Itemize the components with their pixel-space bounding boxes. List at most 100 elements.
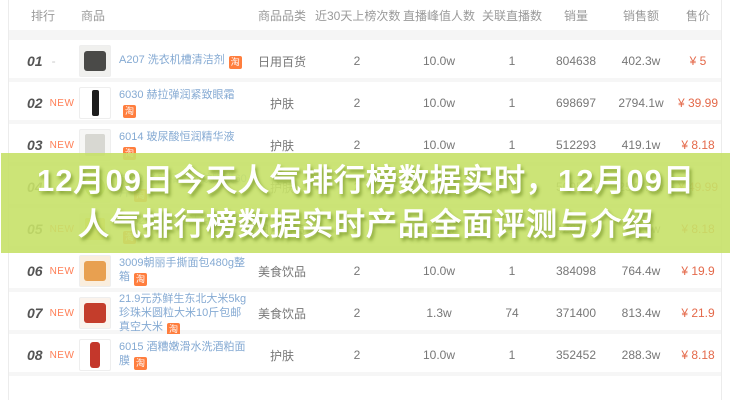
rank-number: 03 <box>27 137 43 153</box>
col-header-category: 商品品类 <box>249 7 315 24</box>
rank-cell: 08 NEW <box>9 347 79 363</box>
rank-change-badge: NEW <box>50 350 75 361</box>
rank-number: 01 <box>27 53 43 69</box>
promo-overlay-line1: 12月09日今天人气排行榜数据实时，12月09日 <box>37 159 695 203</box>
price-cell: ¥ 8.18 <box>675 138 721 152</box>
times-on-list-cell: 2 <box>315 96 399 110</box>
taobao-shop-icon[interactable]: 淘 <box>229 56 242 69</box>
rank-change-badge: NEW <box>50 140 75 151</box>
revenue-cell: 402.3w <box>607 54 675 68</box>
col-header-revenue: 销售额 <box>607 7 675 24</box>
rank-cell: 06 NEW <box>9 263 79 279</box>
revenue-cell: 2794.1w <box>607 96 675 110</box>
sales-cell: 512293 <box>545 138 607 152</box>
price-cell: ¥ 39.99 <box>675 96 721 110</box>
live-count-cell: 1 <box>479 348 545 362</box>
revenue-cell: 764.4w <box>607 264 675 278</box>
product-thumb[interactable] <box>79 339 111 371</box>
product-cell: 3009朝丽手撕面包480g整箱淘 <box>79 250 249 292</box>
product-name-link[interactable]: 21.9元苏鲜生东北大米5kg珍珠米圆粒大米10斤包邮真空大米淘 <box>119 292 249 334</box>
price-cell: ¥ 21.9 <box>675 306 721 320</box>
sales-cell: 352452 <box>545 348 607 362</box>
rank-number: 08 <box>27 347 43 363</box>
category-cell: 护肤 <box>249 347 315 364</box>
col-header-price: 售价 <box>675 7 721 24</box>
price-cell: ¥ 19.9 <box>675 264 721 278</box>
col-header-times-on-list: 近30天上榜次数 <box>315 7 399 24</box>
rank-cell: 01 - <box>9 53 79 69</box>
promo-overlay: 12月09日今天人气排行榜数据实时，12月09日 人气排行榜数据实时产品全面评测… <box>1 153 730 253</box>
peak-viewers-cell: 10.0w <box>399 96 479 110</box>
peak-viewers-cell: 10.0w <box>399 54 479 68</box>
times-on-list-cell: 2 <box>315 138 399 152</box>
live-count-cell: 74 <box>479 306 545 320</box>
product-thumb[interactable] <box>79 255 111 287</box>
peak-viewers-cell: 10.0w <box>399 348 479 362</box>
rank-change-badge: - <box>52 54 56 68</box>
rank-number: 02 <box>27 95 43 111</box>
sales-cell: 384098 <box>545 264 607 278</box>
price-cell: ¥ 8.18 <box>675 348 721 362</box>
promo-overlay-line2: 人气排行榜数据实时产品全面评测与介绍 <box>78 203 654 247</box>
rank-number: 06 <box>27 263 43 279</box>
col-header-rank: 排行 <box>9 7 79 24</box>
table-row[interactable]: 07 NEW 21.9元苏鲜生东北大米5kg珍珠米圆粒大米10斤包邮真空大米淘 … <box>9 292 721 334</box>
category-cell: 护肤 <box>249 137 315 154</box>
product-name-link[interactable]: 3009朝丽手撕面包480g整箱淘 <box>119 256 249 286</box>
header-separator <box>9 30 721 40</box>
rank-cell: 03 NEW <box>9 137 79 153</box>
taobao-shop-icon[interactable]: 淘 <box>167 323 180 334</box>
product-name-link[interactable]: 6015 酒糟嫩滑水洗酒粕面膜淘 <box>119 340 249 370</box>
peak-viewers-cell: 1.3w <box>399 306 479 320</box>
revenue-cell: 288.3w <box>607 348 675 362</box>
times-on-list-cell: 2 <box>315 264 399 278</box>
product-cell: 6030 赫拉弹润紧致眼霜淘 <box>79 82 249 124</box>
rank-change-badge: NEW <box>50 308 75 319</box>
rank-cell: 07 NEW <box>9 305 79 321</box>
product-cell: 6015 酒糟嫩滑水洗酒粕面膜淘 <box>79 334 249 376</box>
live-count-cell: 1 <box>479 96 545 110</box>
revenue-cell: 419.1w <box>607 138 675 152</box>
col-header-product: 商品 <box>79 7 249 24</box>
product-name-link[interactable]: 6030 赫拉弹润紧致眼霜淘 <box>119 88 249 118</box>
category-cell: 护肤 <box>249 95 315 112</box>
peak-viewers-cell: 10.0w <box>399 138 479 152</box>
product-cell: 21.9元苏鲜生东北大米5kg珍珠米圆粒大米10斤包邮真空大米淘 <box>79 292 249 334</box>
category-cell: 日用百货 <box>249 53 315 70</box>
col-header-peak-viewers: 直播峰值人数 <box>399 7 479 24</box>
rank-cell: 02 NEW <box>9 95 79 111</box>
taobao-shop-icon[interactable]: 淘 <box>123 105 136 118</box>
times-on-list-cell: 2 <box>315 306 399 320</box>
taobao-shop-icon[interactable]: 淘 <box>134 357 147 370</box>
product-thumb[interactable] <box>79 87 111 119</box>
rank-change-badge: NEW <box>50 266 75 277</box>
sales-cell: 371400 <box>545 306 607 320</box>
table-row[interactable]: 01 - A207 洗衣机槽清洁剂淘 日用百货 2 10.0w 1 804638… <box>9 40 721 82</box>
live-count-cell: 1 <box>479 54 545 68</box>
times-on-list-cell: 2 <box>315 54 399 68</box>
sales-cell: 698697 <box>545 96 607 110</box>
taobao-shop-icon[interactable]: 淘 <box>134 273 147 286</box>
table-header: 排行 商品 商品品类 近30天上榜次数 直播峰值人数 关联直播数 销量 销售额 … <box>9 0 721 30</box>
revenue-cell: 813.4w <box>607 306 675 320</box>
category-cell: 美食饮品 <box>249 263 315 280</box>
table-row[interactable]: 06 NEW 3009朝丽手撕面包480g整箱淘 美食饮品 2 10.0w 1 … <box>9 250 721 292</box>
ranking-board: 排行 商品 商品品类 近30天上榜次数 直播峰值人数 关联直播数 销量 销售额 … <box>8 0 722 400</box>
peak-viewers-cell: 10.0w <box>399 264 479 278</box>
times-on-list-cell: 2 <box>315 348 399 362</box>
table-row[interactable]: 08 NEW 6015 酒糟嫩滑水洗酒粕面膜淘 护肤 2 10.0w 1 352… <box>9 334 721 376</box>
rank-number: 07 <box>27 305 43 321</box>
live-count-cell: 1 <box>479 138 545 152</box>
product-thumb[interactable] <box>79 45 111 77</box>
product-cell: A207 洗衣机槽清洁剂淘 <box>79 40 249 82</box>
sales-cell: 804638 <box>545 54 607 68</box>
col-header-sales: 销量 <box>545 7 607 24</box>
price-cell: ¥ 5 <box>675 54 721 68</box>
product-name-link[interactable]: A207 洗衣机槽清洁剂淘 <box>119 53 242 69</box>
table-row[interactable]: 02 NEW 6030 赫拉弹润紧致眼霜淘 护肤 2 10.0w 1 69869… <box>9 82 721 124</box>
product-thumb[interactable] <box>79 297 111 329</box>
category-cell: 美食饮品 <box>249 305 315 322</box>
live-count-cell: 1 <box>479 264 545 278</box>
rank-change-badge: NEW <box>50 98 75 109</box>
col-header-live-count: 关联直播数 <box>479 7 545 24</box>
